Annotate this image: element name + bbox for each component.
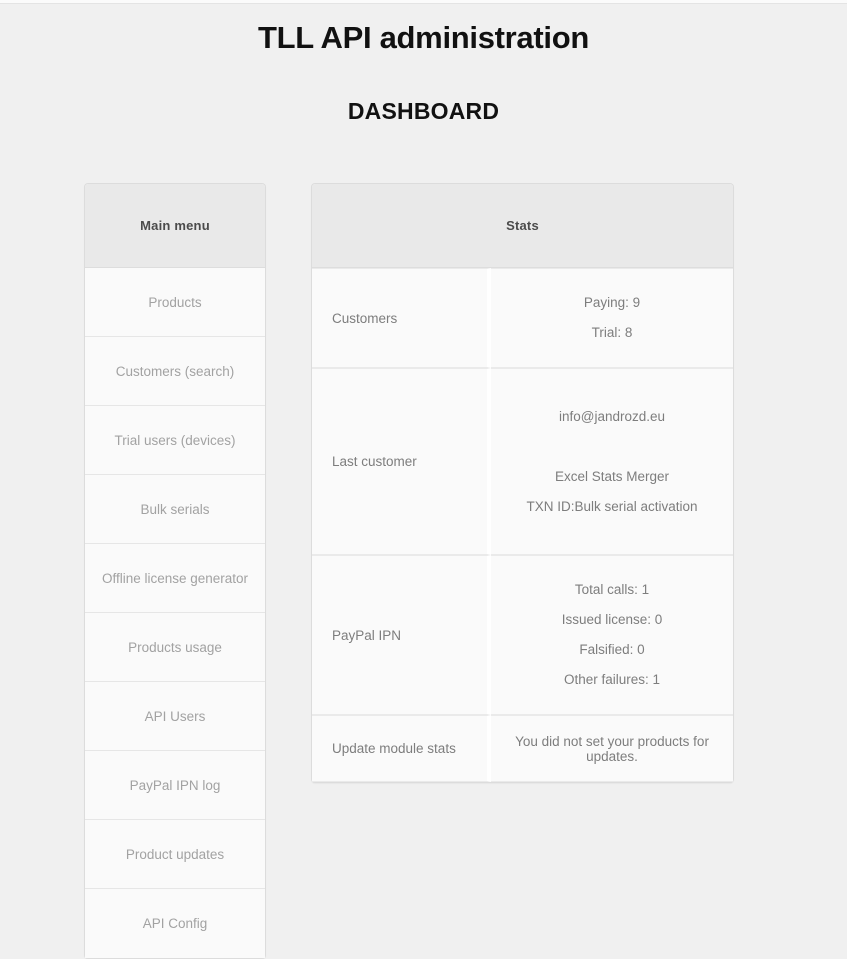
sidebar-item-api-config[interactable]: API Config (85, 889, 265, 958)
paypal-falsified: Falsified: 0 (579, 642, 645, 657)
sidebar-item-label: Trial users (devices) (114, 432, 236, 448)
stats-header-label: Stats (506, 218, 539, 233)
paypal-total-calls: Total calls: 1 (574, 582, 650, 597)
paypal-other-failures: Other failures: 1 (563, 672, 661, 687)
last-customer-txn: TXN ID:Bulk serial activation (526, 498, 698, 514)
table-row: Last customer info@jandrozd.eu Excel Sta… (312, 368, 733, 555)
stats-row-value-last-customer: info@jandrozd.eu Excel Stats Merger TXN … (491, 368, 733, 555)
last-customer-email: info@jandrozd.eu (558, 408, 666, 424)
sidebar-item-label: API Users (144, 708, 206, 724)
table-row: PayPal IPN Total calls: 1 Issued license… (312, 555, 733, 715)
stats-row-value-customers: Paying: 9 Trial: 8 (491, 268, 733, 368)
sidebar-item-products[interactable]: Products (85, 268, 265, 337)
stats-header: Stats (312, 184, 733, 268)
table-row: Update module stats You did not set your… (312, 715, 733, 782)
sidebar-item-api-users[interactable]: API Users (85, 682, 265, 751)
stats-row-label-update-module: Update module stats (312, 715, 491, 782)
sidebar-item-label: Bulk serials (140, 501, 210, 517)
main-menu-list: Products Customers (search) Trial users … (85, 268, 265, 958)
sidebar-item-label: Customers (search) (115, 363, 235, 379)
sidebar-item-label: API Config (142, 916, 208, 931)
paypal-issued-license: Issued license: 0 (561, 612, 663, 627)
sidebar-item-bulk-serials[interactable]: Bulk serials (85, 475, 265, 544)
stats-row-value-paypal-ipn: Total calls: 1 Issued license: 0 Falsifi… (491, 555, 733, 715)
customers-trial: Trial: 8 (591, 325, 633, 340)
main-menu-header-label: Main menu (140, 218, 210, 233)
main-menu-panel: Main menu Products Customers (search) Tr… (84, 183, 266, 959)
sidebar-item-label: Products (148, 294, 202, 310)
last-customer-product: Excel Stats Merger (554, 468, 670, 484)
customers-paying: Paying: 9 (583, 295, 641, 310)
main-menu-header: Main menu (85, 184, 265, 268)
sidebar-item-trial-users[interactable]: Trial users (devices) (85, 406, 265, 475)
page-title: TLL API administration (258, 20, 589, 55)
stats-row-label-customers: Customers (312, 268, 491, 368)
stats-panel: Stats Customers Paying: 9 Trial: 8 Last … (311, 183, 734, 783)
sidebar-item-customers-search[interactable]: Customers (search) (85, 337, 265, 406)
sidebar-item-label: Offline license generator (101, 570, 249, 586)
stats-row-value-update-module: You did not set your products for update… (491, 715, 733, 782)
sidebar-item-label: Product updates (125, 846, 225, 862)
page-subtitle: DASHBOARD (347, 98, 500, 124)
stats-table: Customers Paying: 9 Trial: 8 Last custom… (312, 268, 733, 782)
table-row: Customers Paying: 9 Trial: 8 (312, 268, 733, 368)
sidebar-item-label: Products usage (128, 639, 222, 655)
sidebar-item-products-usage[interactable]: Products usage (85, 613, 265, 682)
stats-row-label-paypal-ipn: PayPal IPN (312, 555, 491, 715)
top-edge-strip (0, 0, 847, 4)
stats-row-label-last-customer: Last customer (312, 368, 491, 555)
sidebar-item-label: PayPal IPN log (129, 777, 221, 793)
sidebar-item-paypal-ipn-log[interactable]: PayPal IPN log (85, 751, 265, 820)
sidebar-item-product-updates[interactable]: Product updates (85, 820, 265, 889)
sidebar-item-offline-license-generator[interactable]: Offline license generator (85, 544, 265, 613)
